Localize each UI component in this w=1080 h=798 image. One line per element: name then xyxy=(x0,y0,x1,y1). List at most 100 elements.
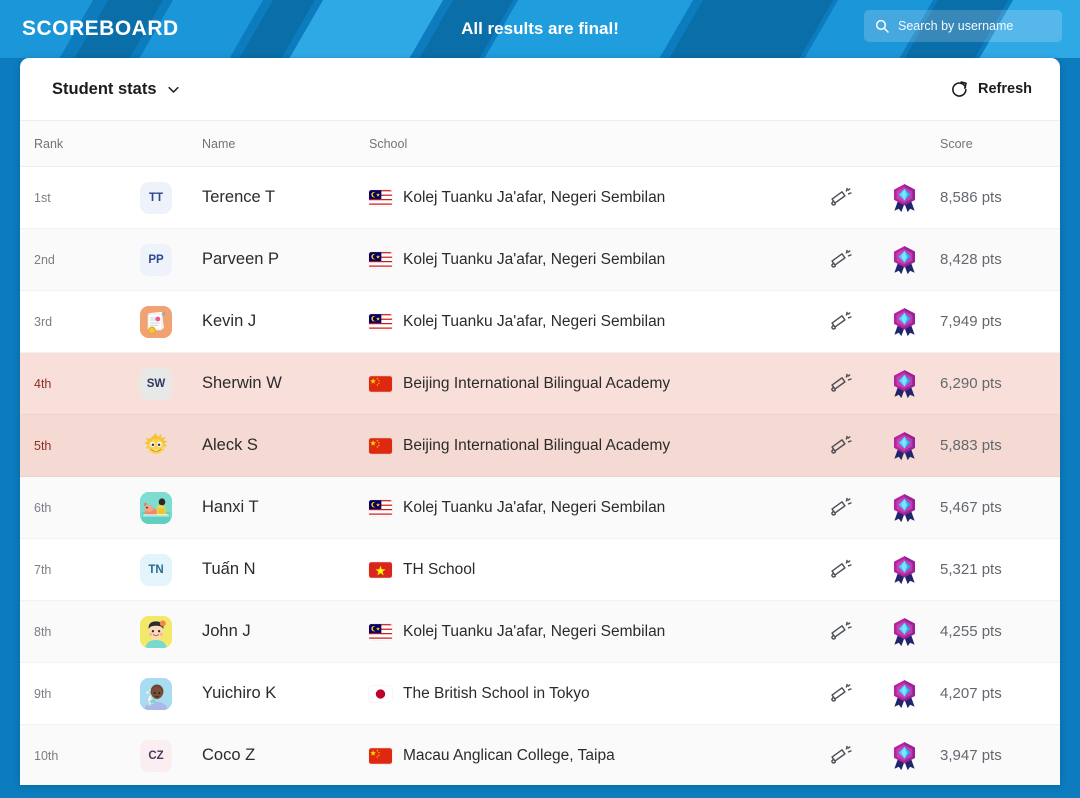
flag-malaysia-icon xyxy=(369,313,392,330)
student-name: Terence T xyxy=(202,188,276,206)
announce-cell[interactable] xyxy=(804,496,876,519)
scoreboard-rows: 1st TT Terence T Kolej Tuanku Ja'afar, N… xyxy=(20,167,1060,785)
school-name: Beijing International Bilingual Academy xyxy=(403,374,671,392)
avatar[interactable]: SW xyxy=(140,367,172,400)
rank-cell: 10th xyxy=(20,747,140,765)
badge-cell xyxy=(876,369,932,399)
school-cell: Macau Anglican College, Taipa xyxy=(369,747,804,765)
rank-cell: 2nd xyxy=(20,251,140,269)
avatar[interactable] xyxy=(140,429,172,462)
school-name: Beijing International Bilingual Academy xyxy=(403,436,671,454)
search-icon xyxy=(875,19,889,33)
rank-cell: 8th xyxy=(20,623,140,641)
school-cell: TH School xyxy=(369,561,804,579)
table-row[interactable]: 10th CZ Coco Z Macau Anglican College, T… xyxy=(20,725,1060,785)
table-row[interactable]: 9th Yuichiro K The British School in Tok… xyxy=(20,663,1060,725)
announce-cell[interactable] xyxy=(804,620,876,643)
table-row[interactable]: 2nd PP Parveen P Kolej Tuanku Ja'afar, N… xyxy=(20,229,1060,291)
score-value: 8,428 pts xyxy=(940,250,1002,268)
chevron-down-icon xyxy=(167,86,179,93)
gem-award-badge-icon xyxy=(893,493,915,522)
announce-cell[interactable] xyxy=(804,248,876,271)
gem-award-badge-icon xyxy=(893,183,915,212)
search-input[interactable] xyxy=(898,19,1052,33)
app-title: SCOREBOARD xyxy=(22,17,179,40)
announce-cell[interactable] xyxy=(804,682,876,705)
school-cell: Kolej Tuanku Ja'afar, Negeri Sembilan xyxy=(369,251,804,269)
announce-cell[interactable] xyxy=(804,372,876,395)
avatar-cell: PP xyxy=(140,243,202,276)
name-cell: Terence T xyxy=(202,188,369,207)
school-name: Kolej Tuanku Ja'afar, Negeri Sembilan xyxy=(403,250,666,268)
table-row[interactable]: 6th Hanxi T Kolej Tuanku Ja'afar, Negeri… xyxy=(20,477,1060,539)
school-name: Kolej Tuanku Ja'afar, Negeri Sembilan xyxy=(403,312,666,330)
flag-vietnam-icon xyxy=(369,561,392,578)
megaphone-icon xyxy=(830,249,852,268)
avatar-initials: PP xyxy=(148,253,164,266)
flag-japan-icon xyxy=(369,685,392,702)
name-cell: John J xyxy=(202,622,369,641)
avatar[interactable] xyxy=(140,677,172,710)
name-cell: Sherwin W xyxy=(202,374,369,393)
flag-malaysia-icon xyxy=(369,499,392,516)
rank-value: 4th xyxy=(34,376,52,391)
name-cell: Coco Z xyxy=(202,746,369,765)
school-name: TH School xyxy=(403,560,476,578)
announce-cell[interactable] xyxy=(804,186,876,209)
student-name: Parveen P xyxy=(202,250,280,268)
name-cell: Yuichiro K xyxy=(202,684,369,703)
score-cell: 8,428 pts xyxy=(932,251,1060,269)
avatar[interactable]: TN xyxy=(140,553,172,586)
student-name: John J xyxy=(202,622,251,640)
table-row[interactable]: 5th Aleck S Beijing International Biling… xyxy=(20,415,1060,477)
rank-cell: 5th xyxy=(20,437,140,455)
avatar[interactable]: CZ xyxy=(140,739,172,772)
search-box[interactable] xyxy=(864,10,1062,42)
rank-cell: 3rd xyxy=(20,313,140,331)
score-cell: 5,467 pts xyxy=(932,499,1060,517)
school-name: The British School in Tokyo xyxy=(403,684,590,702)
table-row[interactable]: 7th TN Tuấn N TH School 5,321 pts xyxy=(20,539,1060,601)
announce-cell[interactable] xyxy=(804,310,876,333)
school-cell: The British School in Tokyo xyxy=(369,685,804,703)
badge-cell xyxy=(876,679,932,709)
table-row[interactable]: 8th John J Kolej Tuanku Ja'afar, Negeri … xyxy=(20,601,1060,663)
score-cell: 4,207 pts xyxy=(932,685,1060,703)
name-cell: Kevin J xyxy=(202,312,369,331)
column-header-rank: Rank xyxy=(34,136,64,151)
badge-cell xyxy=(876,617,932,647)
announce-cell[interactable] xyxy=(804,434,876,457)
rank-value: 1st xyxy=(34,190,51,205)
student-stats-dropdown[interactable]: Student stats xyxy=(52,80,181,99)
announce-cell[interactable] xyxy=(804,558,876,581)
avatar[interactable] xyxy=(140,305,172,338)
avatar-cell: TT xyxy=(140,181,202,214)
avatar[interactable] xyxy=(140,615,172,648)
badge-cell xyxy=(876,555,932,585)
flag-china-icon xyxy=(369,375,392,392)
avatar-initials: TN xyxy=(148,563,164,576)
school-name: Macau Anglican College, Taipa xyxy=(403,746,615,764)
table-row[interactable]: 3rd Kevin J Kolej Tuanku Ja'afar, Negeri… xyxy=(20,291,1060,353)
avatar[interactable] xyxy=(140,491,172,524)
name-cell: Tuấn N xyxy=(202,560,369,579)
rank-value: 8th xyxy=(34,624,52,639)
score-cell: 3,947 pts xyxy=(932,747,1060,765)
student-stats-label: Student stats xyxy=(52,79,157,98)
refresh-button[interactable]: Refresh xyxy=(950,80,1032,99)
table-row[interactable]: 4th SW Sherwin W Beijing International B… xyxy=(20,353,1060,415)
score-cell: 5,883 pts xyxy=(932,437,1060,455)
avatar[interactable]: PP xyxy=(140,243,172,276)
student-name: Aleck S xyxy=(202,436,258,454)
card-toolbar: Student stats Refresh xyxy=(20,58,1060,120)
name-cell: Hanxi T xyxy=(202,498,369,517)
announce-cell[interactable] xyxy=(804,744,876,767)
gem-award-badge-icon xyxy=(893,679,915,708)
flag-china-icon xyxy=(369,437,392,454)
avatar[interactable]: TT xyxy=(140,181,172,214)
table-header-row: Rank Name School Score xyxy=(20,120,1060,167)
rank-cell: 6th xyxy=(20,499,140,517)
avatar-cell xyxy=(140,615,202,648)
table-row[interactable]: 1st TT Terence T Kolej Tuanku Ja'afar, N… xyxy=(20,167,1060,229)
gem-award-badge-icon xyxy=(893,741,915,770)
